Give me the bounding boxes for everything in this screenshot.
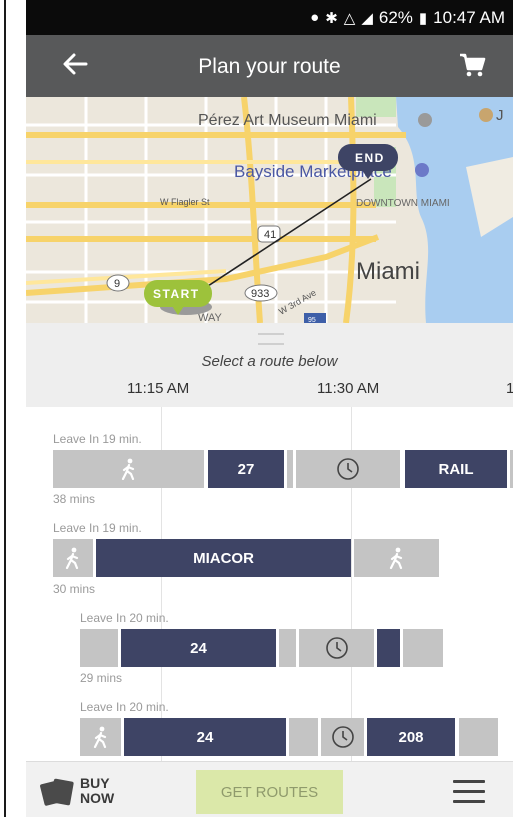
get-routes-button[interactable]: GET ROUTES bbox=[196, 770, 343, 814]
route-duration: 30 mins bbox=[53, 582, 96, 596]
map-canvas: Pérez Art Museum Miami J Bayside Marketp… bbox=[26, 97, 513, 323]
map-label-edge: J bbox=[496, 107, 504, 124]
page-title: Plan your route bbox=[198, 55, 341, 78]
route-9-label: 9 bbox=[114, 278, 120, 290]
clock-icon bbox=[337, 458, 359, 480]
map-label-way: WAY bbox=[198, 312, 222, 323]
cart-icon bbox=[460, 53, 486, 77]
app-bar: Plan your route bbox=[26, 35, 513, 97]
drawer-handle[interactable] bbox=[258, 333, 284, 345]
route-2-walk-segment[interactable] bbox=[354, 539, 439, 577]
route-3-bus-segment[interactable]: 24 bbox=[121, 629, 276, 667]
hamburger-menu-icon bbox=[453, 780, 485, 803]
route-leave-time: Leave In 20 min. bbox=[80, 700, 169, 714]
walk-icon bbox=[65, 547, 79, 569]
route-4-bus-segment[interactable]: 24 bbox=[124, 718, 286, 756]
route-4-transfer-segment bbox=[289, 718, 318, 756]
poi-icon bbox=[479, 108, 493, 122]
route-drawer: Select a route below 11:15 AM 11:30 AM 1 bbox=[26, 323, 513, 407]
major-roads bbox=[26, 97, 406, 323]
clock: 10:47 AM bbox=[433, 7, 505, 27]
walk-icon bbox=[121, 458, 134, 480]
walk-icon bbox=[93, 726, 106, 748]
route-leave-time: Leave In 19 min. bbox=[53, 432, 142, 446]
route-4-end-segment bbox=[459, 718, 498, 756]
ticket-icon bbox=[40, 778, 74, 806]
route-933-label: 933 bbox=[251, 288, 269, 300]
route-timeline[interactable]: Leave In 19 min. 27 RAIL 38 mins Leave I… bbox=[26, 407, 513, 761]
battery-level: 62% bbox=[378, 7, 413, 27]
cart-button[interactable] bbox=[458, 51, 486, 79]
wifi-icon: △ bbox=[343, 9, 356, 27]
clock-icon bbox=[325, 637, 348, 659]
route-3-walk-segment[interactable] bbox=[80, 629, 118, 667]
route-3-transfer-segment bbox=[279, 629, 296, 667]
menu-button[interactable] bbox=[453, 780, 485, 804]
route-4-wait-segment[interactable] bbox=[321, 718, 364, 756]
time-tick: 11:30 AM bbox=[317, 380, 380, 397]
route-duration: 38 mins bbox=[53, 492, 96, 506]
phone-screen: ● ✱ △ ◢ 62% ▮ 10:47 AM Plan your route P… bbox=[26, 0, 513, 817]
start-pin-label: START bbox=[153, 287, 200, 301]
route-2-walk-segment[interactable] bbox=[53, 539, 93, 577]
route-map[interactable]: Pérez Art Museum Miami J Bayside Marketp… bbox=[26, 97, 513, 323]
walk-icon bbox=[389, 547, 402, 569]
end-pin-label: END bbox=[355, 151, 385, 165]
left-frame-edge bbox=[0, 0, 10, 817]
shopping-icon bbox=[415, 163, 429, 177]
map-label-museum: Pérez Art Museum Miami bbox=[198, 112, 377, 129]
route-1-bus-segment[interactable]: 27 bbox=[208, 450, 284, 488]
route-duration: 29 mins bbox=[80, 671, 123, 685]
select-route-hint: Select a route below bbox=[201, 353, 338, 370]
route-1-wait-segment[interactable] bbox=[296, 450, 400, 488]
buy-now-button[interactable]: BUY NOW bbox=[40, 774, 116, 808]
battery-icon: ▮ bbox=[418, 9, 428, 27]
route-4-walk-segment[interactable] bbox=[80, 718, 121, 756]
route-1-rail-segment[interactable]: RAIL bbox=[405, 450, 507, 488]
route-4-bus-segment[interactable]: 208 bbox=[367, 718, 455, 756]
route-41-label: 41 bbox=[264, 229, 276, 241]
route-leave-time: Leave In 19 min. bbox=[53, 521, 142, 535]
route-1-transfer-segment bbox=[287, 450, 293, 488]
status-bar: ● ✱ △ ◢ 62% ▮ 10:47 AM bbox=[26, 0, 513, 35]
route-2-bus-segment[interactable]: MIACOR bbox=[96, 539, 351, 577]
route-1-walk-segment[interactable] bbox=[53, 450, 204, 488]
signal-icon: ◢ bbox=[361, 9, 373, 27]
bluetooth-icon: ✱ bbox=[325, 9, 338, 27]
route-3-end-segment bbox=[403, 629, 443, 667]
time-tick: 11:15 AM bbox=[127, 380, 190, 397]
map-label-city: Miami bbox=[356, 258, 420, 285]
route-3-wait-segment[interactable] bbox=[299, 629, 374, 667]
start-pin[interactable]: START bbox=[144, 280, 212, 315]
route-3-bus-segment[interactable] bbox=[377, 629, 400, 667]
map-label-downtown: DOWNTOWN MIAMI bbox=[356, 198, 450, 209]
museum-icon bbox=[418, 113, 432, 127]
map-label-flagler: W Flagler St bbox=[160, 197, 210, 207]
buy-now-label: BUY NOW bbox=[80, 775, 115, 806]
bottom-bar: BUY NOW GET ROUTES bbox=[26, 761, 513, 817]
location-icon: ● bbox=[310, 9, 320, 26]
time-tick: 1 bbox=[506, 380, 513, 397]
clock-icon bbox=[331, 726, 354, 748]
route-leave-time: Leave In 20 min. bbox=[80, 611, 169, 625]
